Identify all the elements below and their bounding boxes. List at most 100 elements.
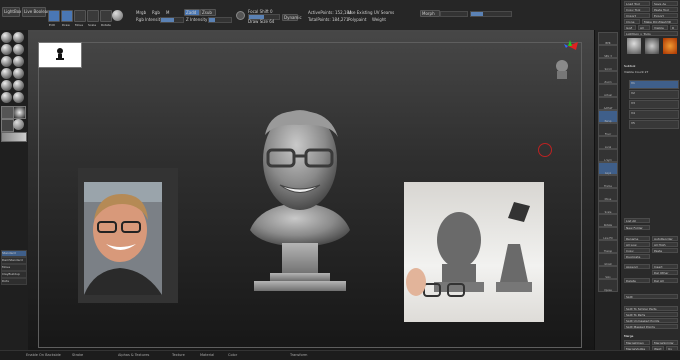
scale-view-button[interactable]: Scale [598,201,618,214]
paste-button[interactable]: Paste [652,248,678,253]
split-button[interactable]: Split [624,294,678,299]
edit-button[interactable]: Edit [48,10,60,27]
merge-header[interactable]: Merge [624,334,678,339]
dynamic-button[interactable]: Dynamic [282,14,302,21]
gxyz-button[interactable]: Gxyz [598,162,618,175]
bottom-item-6[interactable]: Transform [290,353,307,357]
aahalf-button[interactable]: AAHalf [598,97,618,110]
draw-button[interactable]: Draw [61,10,73,27]
del-all-button[interactable]: Del All [652,278,678,283]
move-button[interactable]: Move [74,10,86,27]
subtool-row-4[interactable]: V4 [629,110,679,119]
trim-brush-icon[interactable] [1,80,12,91]
standard-brush-icon[interactable] [1,32,12,43]
left-item-4[interactable]: Dots [1,278,27,285]
goz-button[interactable]: GoZ [624,25,636,30]
focal-icon[interactable] [236,11,245,20]
r-button[interactable]: R [670,25,678,30]
left-item-2[interactable]: Move [1,264,27,271]
move-view-button[interactable]: Move [598,188,618,201]
all-high-button[interactable]: All High [652,242,678,247]
append-button[interactable]: Append [624,264,650,269]
tool-thumb-2-icon[interactable] [645,38,659,54]
all-button[interactable]: All [638,25,650,30]
delete-button[interactable]: Delete [624,278,650,283]
bpr-button[interactable]: BPR [598,32,618,45]
rgb-intensity-slider[interactable] [160,17,184,23]
split-masked-button[interactable]: Split Masked Points [624,324,678,329]
bottom-item-2[interactable]: Alphas & Textures [118,353,149,357]
local-button[interactable]: Local [598,136,618,149]
list-all-button[interactable]: List All [624,218,650,223]
rotate-view-button[interactable]: Rotate [598,214,618,227]
weight-label[interactable]: Weight [372,17,386,22]
duplicate-button[interactable]: Duplicate [624,254,650,259]
floor-button[interactable]: Floor [598,123,618,136]
spix-button[interactable]: SPix 3 [598,45,618,58]
inflate-brush-icon[interactable] [1,56,12,67]
all-low-button[interactable]: All Low [624,242,650,247]
make-polymesh-button[interactable]: Make PolyMesh3D [642,19,678,24]
xpose-button[interactable]: Xpose [598,279,618,292]
color-swatch[interactable] [1,132,27,142]
visible-button[interactable]: Visible [652,25,668,30]
left-item-0[interactable]: Standard [1,250,27,257]
mergesimilar-button[interactable]: MergeSimilar [652,340,678,345]
rotate-button[interactable]: Rotate [100,10,112,27]
subtool-row-3[interactable]: V3 [629,100,679,109]
ghost-button[interactable]: Ghost [598,253,618,266]
axis-gizmo[interactable] [548,40,582,82]
left-item-1[interactable]: DamStandard [1,257,27,264]
clone-button[interactable]: Clone [624,19,640,24]
linefill-button[interactable]: Line Fill [598,227,618,240]
import-button[interactable]: Import [624,13,650,18]
subtool-header[interactable]: Subtool [624,64,678,69]
del-other-button[interactable]: Del Other [652,270,678,275]
pinch-brush-icon[interactable] [13,56,24,67]
subtool-row-2[interactable]: V2 [629,90,679,99]
clay-brush-icon[interactable] [13,68,24,79]
bottom-item-1[interactable]: Stroke [72,353,83,357]
polypaint-label[interactable]: Polypaint [348,17,366,22]
zadd-button[interactable]: Zadd [184,9,200,16]
backface-label[interactable]: Use Existing UV Seams [348,10,394,15]
mask-brush-icon[interactable] [13,92,24,103]
texture-icon[interactable] [1,119,14,132]
scroll-button[interactable]: Scroll [598,58,618,71]
transp-button[interactable]: Transp [598,240,618,253]
lsym-button[interactable]: L.Sym [598,149,618,162]
m-label[interactable]: M [166,10,169,15]
morph-button[interactable]: Morph [420,10,440,17]
damstandard-brush-icon[interactable] [13,32,24,43]
left-item-3[interactable]: ClayBuildup [1,271,27,278]
morph-slider[interactable] [440,11,468,17]
snake-brush-icon[interactable] [1,92,12,103]
alpha-icon[interactable] [13,106,26,119]
tool-thumb-3-icon[interactable] [663,38,677,54]
lightbox-button[interactable]: LightBox [2,7,21,17]
lightbox-tools-button[interactable]: Lightbox > Tools [624,31,678,36]
bottom-item-0[interactable]: Enable On Backside [26,353,61,357]
extra-slider[interactable] [470,11,512,17]
solo-button[interactable]: Solo [598,266,618,279]
bust-sculpt[interactable] [230,105,370,305]
zoom-button[interactable]: Zoom [598,71,618,84]
new-folder-button[interactable]: New Folder [624,225,650,230]
mergedown-button[interactable]: MergeDown [624,340,650,345]
actual-button[interactable]: Actual [598,84,618,97]
material-sphere-icon[interactable] [112,10,123,21]
live-boolean-button[interactable]: Live Boolean [22,7,50,17]
subtool-row-1[interactable]: V1 [629,80,679,89]
navigation-thumbnail[interactable] [38,42,82,68]
bottom-item-5[interactable]: Color [228,353,237,357]
copy-button[interactable]: Copy [624,248,650,253]
material-icon[interactable] [13,119,24,130]
export-button[interactable]: Export [652,13,678,18]
scale-button[interactable]: Scale [87,10,99,27]
reference-photo-left[interactable] [84,182,162,295]
paste-tool-button[interactable]: Paste Tool [652,7,678,12]
reference-photo-right[interactable] [404,182,544,322]
bottom-item-3[interactable]: Texture [172,353,185,357]
split-parts-button[interactable]: Split To Parts [624,312,678,317]
load-tool-button[interactable]: Load Tool [624,1,650,6]
